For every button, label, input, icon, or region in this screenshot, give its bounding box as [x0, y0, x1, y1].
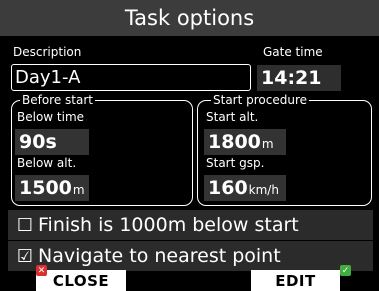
below-alt-value: 1500	[19, 177, 72, 199]
close-x-icon: ✕	[36, 265, 47, 276]
finish-below-start-label: Finish is 1000m below start	[38, 214, 299, 236]
below-time-label: Below time	[17, 110, 85, 124]
checkbox-checked-icon[interactable]: ☑	[12, 246, 38, 267]
start-gsp-unit: km/h	[248, 183, 279, 197]
edit-button[interactable]: EDIT	[251, 270, 340, 291]
start-procedure-legend: Start procedure	[211, 93, 310, 107]
below-alt-unit: m	[72, 183, 85, 197]
navigate-nearest-point-label: Navigate to nearest point	[38, 245, 281, 267]
before-start-legend: Before start	[20, 93, 95, 107]
gate-time-field[interactable]: 14:21	[257, 65, 341, 91]
start-gsp-field[interactable]: 160km/h	[204, 175, 286, 201]
below-alt-field[interactable]: 1500m	[15, 175, 89, 201]
finish-below-start-option[interactable]: ☐ Finish is 1000m below start	[8, 210, 373, 240]
description-field[interactable]: Day1-A	[11, 64, 251, 91]
start-alt-field[interactable]: 1800m	[204, 129, 286, 155]
below-time-field[interactable]: 90s	[15, 129, 89, 155]
description-label: Description	[13, 45, 82, 59]
start-alt-value: 1800	[208, 131, 261, 153]
page-title: Task options	[124, 6, 255, 30]
start-gsp-value: 160	[208, 177, 248, 199]
title-bar: Task options	[0, 0, 379, 36]
checkbox-unchecked-icon[interactable]: ☐	[12, 215, 38, 236]
gate-time-label: Gate time	[263, 45, 323, 59]
navigate-nearest-point-option[interactable]: ☑ Navigate to nearest point	[8, 241, 373, 271]
start-gsp-label: Start gsp.	[206, 156, 265, 170]
close-button[interactable]: CLOSE	[36, 270, 126, 291]
start-alt-label: Start alt.	[206, 110, 259, 124]
below-alt-label: Below alt.	[17, 156, 77, 170]
edit-check-icon: ✓	[340, 265, 351, 276]
start-alt-unit: m	[261, 137, 274, 151]
